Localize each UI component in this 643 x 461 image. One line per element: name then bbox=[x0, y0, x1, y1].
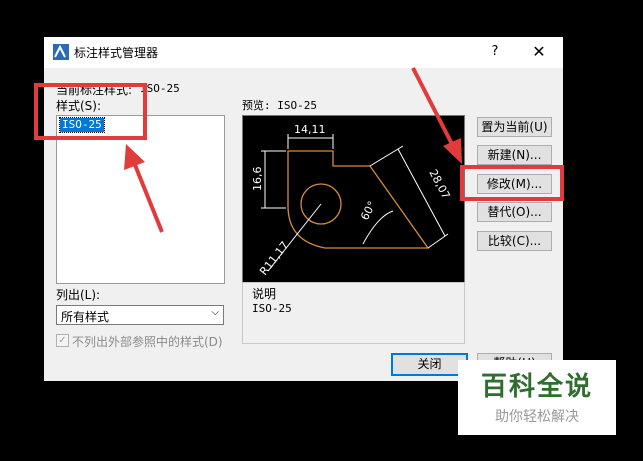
watermark-title: 百科全说 bbox=[480, 372, 593, 402]
watermark-subtitle: 助你轻松解决 bbox=[495, 409, 579, 425]
arrow-up bbox=[124, 144, 164, 233]
arrow-down bbox=[411, 67, 462, 164]
watermark: 百科全说 助你轻松解决 bbox=[458, 360, 616, 435]
